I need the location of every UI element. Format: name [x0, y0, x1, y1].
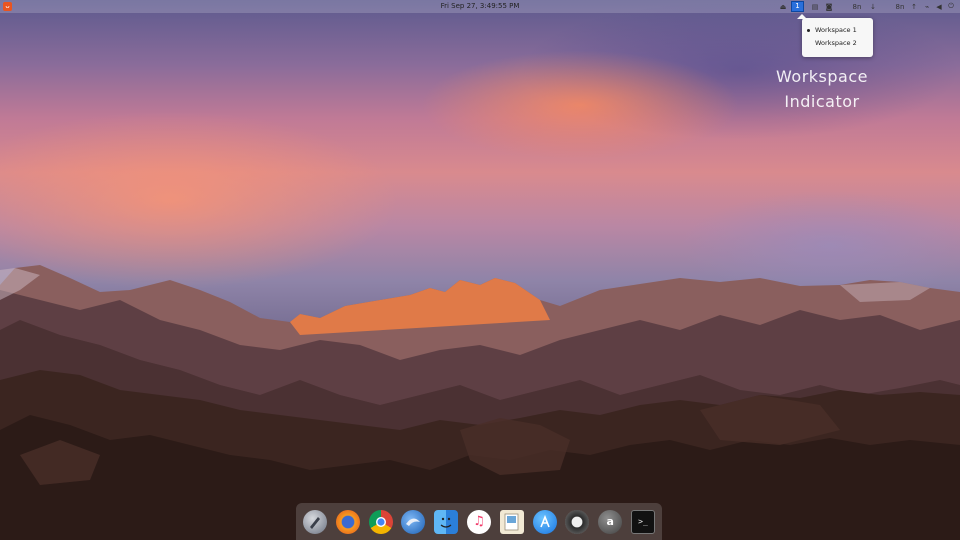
workspace-number: 1: [795, 2, 800, 10]
clock-label[interactable]: Fri Sep 27, 3:49:55 PM: [441, 2, 520, 10]
download-icon[interactable]: ↓: [869, 1, 877, 12]
cpu-monitor-icon[interactable]: 8n: [850, 1, 864, 12]
workspace-menu-item-label: Workspace 1: [815, 26, 857, 34]
mem-monitor-icon[interactable]: 8n: [893, 1, 907, 12]
upload-icon[interactable]: ↑: [910, 1, 918, 12]
mem-label: 8n: [895, 2, 905, 11]
volume-icon[interactable]: ◀: [934, 1, 944, 12]
app-store-icon[interactable]: [532, 509, 557, 534]
launchpad-icon[interactable]: [303, 509, 327, 534]
eject-icon[interactable]: ⏏: [778, 1, 788, 12]
chrome-icon[interactable]: [368, 509, 393, 534]
active-dot-icon: [807, 29, 810, 32]
screen-icon[interactable]: ▤: [809, 1, 821, 12]
preview-icon[interactable]: [499, 509, 524, 534]
thunderbird-icon[interactable]: [401, 509, 426, 534]
amazon-icon[interactable]: a: [598, 509, 623, 534]
cpu-label: 8n: [852, 2, 862, 11]
ubuntu-logo-icon[interactable]: ᴗ: [3, 2, 12, 11]
network-icon[interactable]: ⌁: [922, 1, 932, 12]
camera-icon[interactable]: ◙: [824, 1, 834, 12]
workspace-menu-item[interactable]: Workspace 1: [802, 24, 873, 37]
top-panel: ᴗ Fri Sep 27, 3:49:55 PM ⏏ 1 ▤ ◙ 8n ↓ 8n…: [0, 0, 960, 13]
workspace-menu-item-label: Workspace 2: [815, 39, 857, 47]
caption-line: Workspace: [776, 67, 868, 86]
workspace-indicator-icon[interactable]: 1: [791, 1, 804, 12]
firefox-icon[interactable]: [335, 509, 360, 534]
power-icon[interactable]: ⏻: [946, 1, 956, 12]
finder-icon[interactable]: [434, 509, 459, 534]
desktop-wallpaper: ᴗ Fri Sep 27, 3:49:55 PM ⏏ 1 ▤ ◙ 8n ↓ 8n…: [0, 0, 960, 540]
music-icon[interactable]: ♫: [466, 509, 491, 534]
workspace-menu-item[interactable]: Workspace 2: [802, 37, 873, 50]
dock: ♫ a >_: [296, 503, 662, 540]
workspace-menu: Workspace 1 Workspace 2: [802, 18, 873, 57]
caption-line: Indicator: [784, 92, 860, 111]
feature-caption: Workspace Indicator: [760, 64, 884, 114]
terminal-icon[interactable]: >_: [630, 509, 655, 534]
settings-icon[interactable]: [565, 509, 590, 534]
